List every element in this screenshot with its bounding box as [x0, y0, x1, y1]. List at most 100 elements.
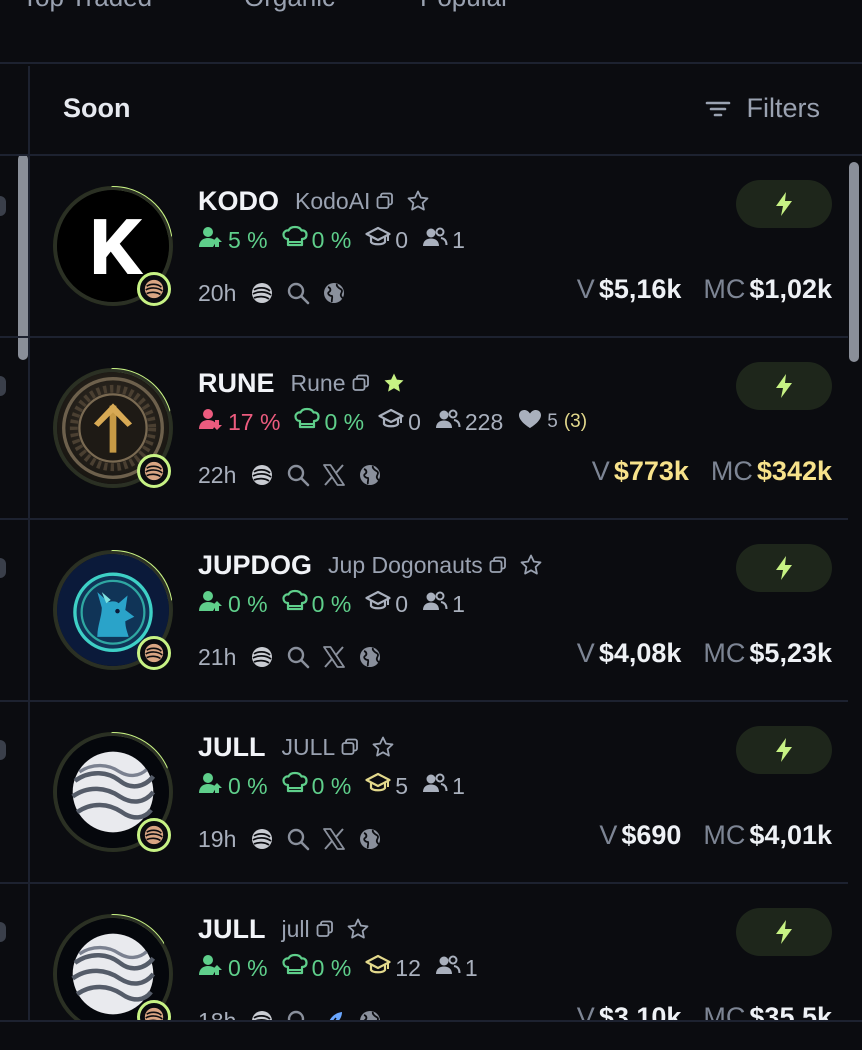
token-ticker[interactable]: JULL	[198, 914, 266, 945]
divider	[0, 336, 30, 338]
marketcap-value: $5,23k	[749, 638, 832, 668]
spiral-icon	[144, 825, 164, 845]
volume-label: V	[576, 638, 595, 668]
copy-icon[interactable]	[316, 920, 346, 938]
marketcap-label: MC	[703, 638, 746, 668]
marketcap-label: MC	[710, 456, 753, 486]
top-holders-icon	[198, 225, 228, 255]
search-icon[interactable]	[286, 645, 322, 669]
traders-stat: 1	[422, 771, 465, 801]
quick-buy-button[interactable]	[736, 726, 832, 774]
token-ticker[interactable]: RUNE	[198, 368, 275, 399]
holders-stat: 5 %	[198, 225, 268, 255]
token-row[interactable]: JUPDOG Jup Dogonauts 0 % 0 % 0 1 21h V $…	[30, 520, 848, 702]
users-icon	[422, 771, 452, 801]
spiral-icon[interactable]	[250, 645, 286, 669]
globe-icon[interactable]	[322, 281, 358, 305]
left-scrollbar[interactable]	[18, 154, 28, 360]
globe-icon[interactable]	[358, 827, 394, 851]
search-icon[interactable]	[286, 827, 322, 851]
token-row[interactable]: JULL jull 0 % 0 % 12 1 18h V $3,10k MC $…	[30, 884, 848, 1024]
token-stats: 0 % 0 % 5 1	[198, 770, 479, 802]
token-ticker[interactable]: JUPDOG	[198, 550, 312, 581]
bottom-bar	[0, 1020, 862, 1050]
spiral-icon	[144, 461, 164, 481]
token-name-line: JULL jull	[198, 912, 370, 946]
token-name-line: JULL JULL	[198, 730, 395, 764]
traders-stat: 1	[422, 589, 465, 619]
globe-icon[interactable]	[358, 463, 394, 487]
volume-value: $690	[621, 820, 682, 850]
token-row[interactable]: KODO KodoAI 5 % 0 % 0 1 20h V $5,16k MC …	[30, 156, 848, 338]
search-icon[interactable]	[286, 281, 322, 305]
spiral-icon[interactable]	[250, 827, 286, 851]
token-avatar[interactable]	[51, 366, 175, 490]
graduation-cap-icon	[365, 953, 395, 983]
x-icon[interactable]	[322, 645, 358, 669]
token-fullname: JULL	[281, 733, 336, 760]
token-ticker[interactable]: KODO	[198, 186, 279, 217]
search-icon[interactable]	[286, 463, 322, 487]
marketcap-label: MC	[703, 274, 746, 304]
graduation-cap-icon	[365, 771, 395, 801]
copy-icon[interactable]	[352, 374, 382, 392]
quick-buy-button[interactable]	[736, 362, 832, 410]
token-avatar[interactable]	[51, 730, 175, 854]
chef-hat-icon	[282, 225, 312, 255]
volume-label: V	[576, 274, 595, 304]
star-icon[interactable]	[406, 189, 430, 213]
quick-buy-button[interactable]	[736, 180, 832, 228]
star-icon[interactable]	[371, 735, 395, 759]
quick-buy-button[interactable]	[736, 544, 832, 592]
token-avatar[interactable]	[51, 548, 175, 672]
token-avatar[interactable]	[51, 184, 175, 308]
tab-top-traded[interactable]: Top Traded	[22, 0, 152, 13]
dev-pct: 0 %	[324, 408, 365, 435]
filters-button[interactable]: Filters	[703, 93, 820, 124]
copy-icon[interactable]	[489, 556, 519, 574]
users-icon	[422, 589, 452, 619]
dev-stat: 0 %	[282, 953, 352, 983]
quick-buy-button[interactable]	[736, 908, 832, 956]
x-icon[interactable]	[322, 463, 358, 487]
spiral-icon[interactable]	[250, 281, 286, 305]
spiral-icon	[144, 643, 164, 663]
star-icon[interactable]	[346, 917, 370, 941]
token-meta: 20h	[198, 276, 358, 310]
volume-label: V	[591, 456, 610, 486]
token-ticker[interactable]: JULL	[198, 732, 266, 763]
token-name-line: KODO KodoAI	[198, 184, 430, 218]
traders-stat: 1	[435, 953, 478, 983]
copy-icon[interactable]	[341, 738, 371, 756]
token-row[interactable]: JULL JULL 0 % 0 % 5 1 19h V $690 MC $4,0…	[30, 702, 848, 884]
platform-badge	[137, 454, 171, 488]
x-icon[interactable]	[322, 827, 358, 851]
dev-stat: 0 %	[282, 225, 351, 255]
volume-marketcap: V $690 MC $4,01k	[599, 820, 832, 858]
star-icon[interactable]	[519, 553, 543, 577]
spiral-icon[interactable]	[250, 463, 286, 487]
token-row[interactable]: RUNE Rune 17 % 0 % 0 228 5 (3) 22h V $77…	[30, 338, 848, 520]
tab-organic[interactable]: Organic	[244, 0, 335, 13]
lightning-icon	[773, 373, 795, 399]
copy-icon[interactable]	[376, 192, 406, 210]
traders-stat: 228	[435, 407, 503, 437]
token-avatar[interactable]	[51, 912, 175, 1024]
marketcap-value: $342k	[756, 456, 832, 486]
traders-count: 1	[452, 590, 465, 617]
star-filled-icon[interactable]	[382, 371, 406, 395]
token-fullname: jull	[281, 915, 310, 942]
right-scrollbar[interactable]	[849, 162, 859, 362]
tab-popular[interactable]: Popular	[420, 0, 510, 13]
soon-column: Soon Filters KODO KodoAI 5 % 0 % 0 1 20h…	[30, 66, 862, 1024]
snipers-stat: 0	[378, 407, 421, 437]
marketcap-label: MC	[703, 820, 746, 850]
top-tabs: Top Traded Organic Popular	[0, 0, 862, 64]
dev-pct: 0 %	[311, 954, 352, 981]
globe-icon[interactable]	[358, 645, 394, 669]
traders-count: 1	[452, 226, 465, 253]
lightning-icon	[773, 191, 795, 217]
token-fullname: Jup Dogonauts	[328, 551, 483, 578]
likes-stat: 5 (3)	[517, 407, 587, 437]
holders-stat: 0 %	[198, 771, 268, 801]
